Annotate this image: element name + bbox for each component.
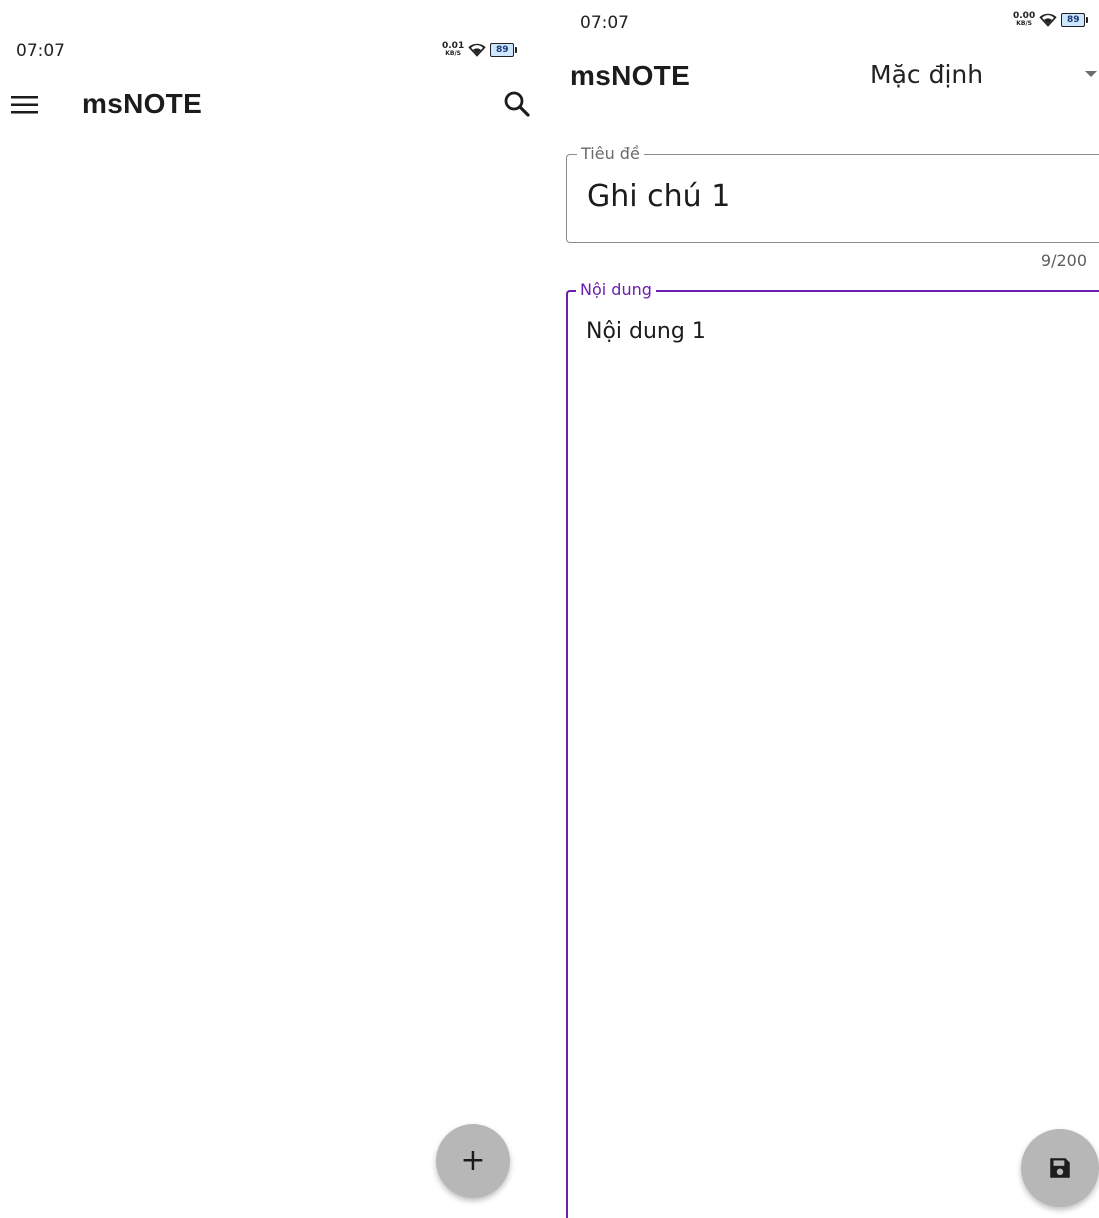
search-icon[interactable] bbox=[503, 90, 531, 118]
status-time: 07:07 bbox=[580, 13, 629, 33]
battery-icon: 89 bbox=[490, 43, 518, 57]
status-time: 07:07 bbox=[16, 41, 65, 61]
network-speed: 0.01 KB/S bbox=[442, 41, 465, 58]
note-list-screen: 07:07 0.01 KB/S 89 msNOTE + bbox=[0, 0, 540, 1218]
content-field-label: Nội dung bbox=[576, 280, 656, 299]
save-icon bbox=[1050, 1158, 1070, 1178]
title-input[interactable] bbox=[567, 179, 1099, 214]
network-speed-unit: KB/S bbox=[1016, 20, 1032, 27]
add-note-button[interactable]: + bbox=[436, 1124, 510, 1198]
app-title: msNOTE bbox=[570, 60, 691, 91]
chevron-down-icon bbox=[1085, 71, 1097, 77]
content-input[interactable]: Nội dung 1 bbox=[568, 316, 1096, 1196]
add-icon: + bbox=[460, 1143, 486, 1178]
battery-icon: 89 bbox=[1061, 13, 1089, 27]
network-speed: 0.00 KB/S bbox=[1013, 11, 1036, 28]
status-icons: 0.00 KB/S 89 bbox=[1013, 11, 1089, 28]
title-character-counter: 9/200 bbox=[1040, 251, 1087, 270]
network-speed-value: 0.00 bbox=[1013, 11, 1036, 21]
title-field-label: Tiêu đề bbox=[577, 144, 644, 163]
network-speed-value: 0.01 bbox=[442, 41, 465, 51]
note-edit-screen: 07:07 0.00 KB/S 89 msNOTE Mặc định Tiêu … bbox=[556, 0, 1099, 1218]
menu-icon[interactable] bbox=[10, 94, 40, 116]
category-selected-value: Mặc định bbox=[870, 60, 984, 89]
app-title: msNOTE bbox=[82, 88, 203, 119]
status-icons: 0.01 KB/S 89 bbox=[442, 41, 518, 58]
title-field[interactable]: Tiêu đề bbox=[566, 144, 1099, 243]
content-field[interactable]: Nội dung Nội dung 1 bbox=[566, 280, 1099, 1218]
category-dropdown[interactable]: Mặc định bbox=[806, 58, 1099, 94]
wifi-icon bbox=[468, 43, 486, 57]
save-note-button[interactable] bbox=[1021, 1129, 1099, 1207]
network-speed-unit: KB/S bbox=[445, 50, 461, 57]
wifi-icon bbox=[1039, 13, 1057, 27]
